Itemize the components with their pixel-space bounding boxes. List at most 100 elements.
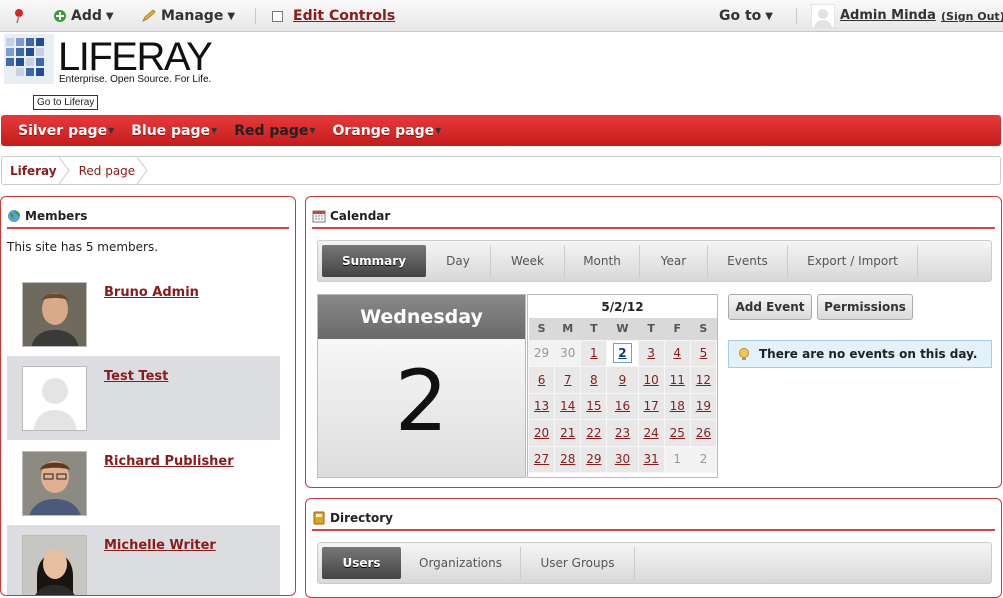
calendar-day[interactable]: 22	[580, 419, 608, 447]
day-link[interactable]: 17	[643, 399, 658, 413]
calendar-day[interactable]: 10	[637, 366, 665, 394]
day-link[interactable]: 4	[673, 346, 681, 360]
day-link[interactable]: 13	[534, 399, 549, 413]
calendar-day[interactable]: 16	[606, 392, 639, 420]
tab-day[interactable]: Day	[426, 245, 491, 277]
day-link[interactable]: 18	[670, 399, 685, 413]
calendar-day[interactable]: 4	[663, 339, 691, 367]
day-link[interactable]: 20	[534, 426, 549, 440]
tab-summary[interactable]: Summary	[322, 245, 426, 277]
calendar-day[interactable]: 21	[554, 419, 582, 447]
day-link[interactable]: 21	[560, 426, 575, 440]
calendar-day[interactable]: 3	[637, 339, 665, 367]
user-avatar[interactable]	[811, 4, 835, 28]
calendar-day[interactable]: 17	[637, 392, 665, 420]
day-link[interactable]: 27	[534, 452, 549, 466]
calendar-day[interactable]: 30	[606, 445, 639, 473]
day-link[interactable]: 16	[615, 399, 630, 413]
manage-menu[interactable]: Manage ▼	[141, 8, 235, 24]
calendar-day[interactable]: 24	[637, 419, 665, 447]
calendar-day[interactable]: 8	[580, 366, 608, 394]
member-name-link[interactable]: Richard Publisher	[104, 454, 234, 469]
day-link[interactable]: 22	[586, 426, 601, 440]
day-link[interactable]: 31	[643, 452, 658, 466]
day-link[interactable]: 14	[560, 399, 575, 413]
member-name-link[interactable]: Michelle Writer	[104, 538, 216, 553]
breadcrumb-item-liferay[interactable]: Liferay	[2, 157, 71, 184]
calendar-day[interactable]: 15	[580, 392, 608, 420]
day-link[interactable]: 24	[643, 426, 658, 440]
nav-item-orange-page[interactable]: Orange page ▼	[333, 123, 442, 139]
calendar-day[interactable]: 26	[689, 419, 718, 447]
tab-month[interactable]: Month	[565, 245, 640, 277]
day-link[interactable]: 28	[560, 452, 575, 466]
calendar-day[interactable]: 19	[689, 392, 718, 420]
calendar-day[interactable]: 9	[606, 366, 639, 394]
edit-controls-toggle[interactable]: Edit Controls	[272, 8, 395, 24]
calendar-day[interactable]: 5	[689, 339, 718, 367]
day-link[interactable]: 11	[670, 373, 685, 387]
tab-export-import[interactable]: Export / Import	[788, 245, 918, 277]
calendar-day[interactable]: 29	[580, 445, 608, 473]
calendar-day[interactable]: 11	[663, 366, 691, 394]
nav-item-blue-page[interactable]: Blue page ▼	[131, 123, 217, 139]
avatar[interactable]	[22, 282, 87, 347]
day-link[interactable]: 3	[647, 346, 655, 360]
members-title-bar: Members	[7, 209, 289, 229]
add-event-button[interactable]: Add Event	[728, 294, 812, 320]
calendar-day[interactable]: 20	[527, 419, 556, 447]
day-link[interactable]: 30	[615, 452, 630, 466]
day-link[interactable]: 5	[700, 346, 708, 360]
calendar-day[interactable]: 18	[663, 392, 691, 420]
calendar-day[interactable]: 31	[637, 445, 665, 473]
site-logo[interactable]: LIFERAY Enterprise. Open Source. For Lif…	[4, 34, 214, 98]
calendar-day[interactable]: 7	[554, 366, 582, 394]
breadcrumb-item-red-page[interactable]: Red page	[71, 157, 150, 184]
calendar-day[interactable]: 23	[606, 419, 639, 447]
sign-out-link[interactable]: (Sign Out)	[941, 10, 1003, 23]
tab-user-groups[interactable]: User Groups	[521, 547, 635, 579]
calendar-day[interactable]: 25	[663, 419, 691, 447]
tab-year[interactable]: Year	[640, 245, 708, 277]
edit-controls-checkbox[interactable]	[272, 10, 283, 22]
day-link[interactable]: 1	[590, 346, 598, 360]
add-menu[interactable]: Add ▼	[53, 8, 114, 24]
edit-controls-link[interactable]: Edit Controls	[293, 8, 395, 24]
day-link[interactable]: 10	[643, 373, 658, 387]
member-name-link[interactable]: Test Test	[104, 369, 168, 384]
day-link[interactable]: 6	[538, 373, 546, 387]
avatar[interactable]	[22, 366, 87, 431]
day-link[interactable]: 25	[670, 426, 685, 440]
calendar-day[interactable]: 1	[580, 339, 608, 367]
tab-week[interactable]: Week	[491, 245, 565, 277]
tab-users[interactable]: Users	[322, 547, 401, 579]
day-link[interactable]: 8	[590, 373, 598, 387]
calendar-day[interactable]: 27	[527, 445, 556, 473]
user-name-link[interactable]: Admin Minda	[840, 8, 936, 23]
goto-menu[interactable]: Go to ▼	[719, 8, 773, 24]
pin-icon[interactable]	[12, 8, 26, 24]
calendar-day[interactable]: 14	[554, 392, 582, 420]
permissions-button[interactable]: Permissions	[817, 294, 913, 320]
day-link[interactable]: 9	[619, 373, 627, 387]
day-link[interactable]: 26	[696, 426, 711, 440]
day-link[interactable]: 29	[586, 452, 601, 466]
nav-item-silver-page[interactable]: Silver page ▼	[18, 123, 114, 139]
calendar-day[interactable]: 6	[527, 366, 556, 394]
day-link[interactable]: 12	[696, 373, 711, 387]
calendar-day[interactable]: 12	[689, 366, 718, 394]
calendar-day[interactable]: 2	[606, 339, 639, 367]
nav-item-red-page[interactable]: Red page ▼	[234, 123, 315, 139]
avatar[interactable]	[22, 535, 87, 595]
member-name-link[interactable]: Bruno Admin	[104, 285, 199, 300]
tab-events[interactable]: Events	[708, 245, 788, 277]
calendar-day[interactable]: 13	[527, 392, 556, 420]
calendar-day[interactable]: 28	[554, 445, 582, 473]
day-link[interactable]: 23	[615, 426, 630, 440]
tab-organizations[interactable]: Organizations	[401, 547, 521, 579]
day-link[interactable]: 15	[586, 399, 601, 413]
day-link[interactable]: 19	[696, 399, 711, 413]
avatar[interactable]	[22, 451, 87, 516]
day-link[interactable]: 2	[613, 343, 632, 364]
day-link[interactable]: 7	[564, 373, 572, 387]
